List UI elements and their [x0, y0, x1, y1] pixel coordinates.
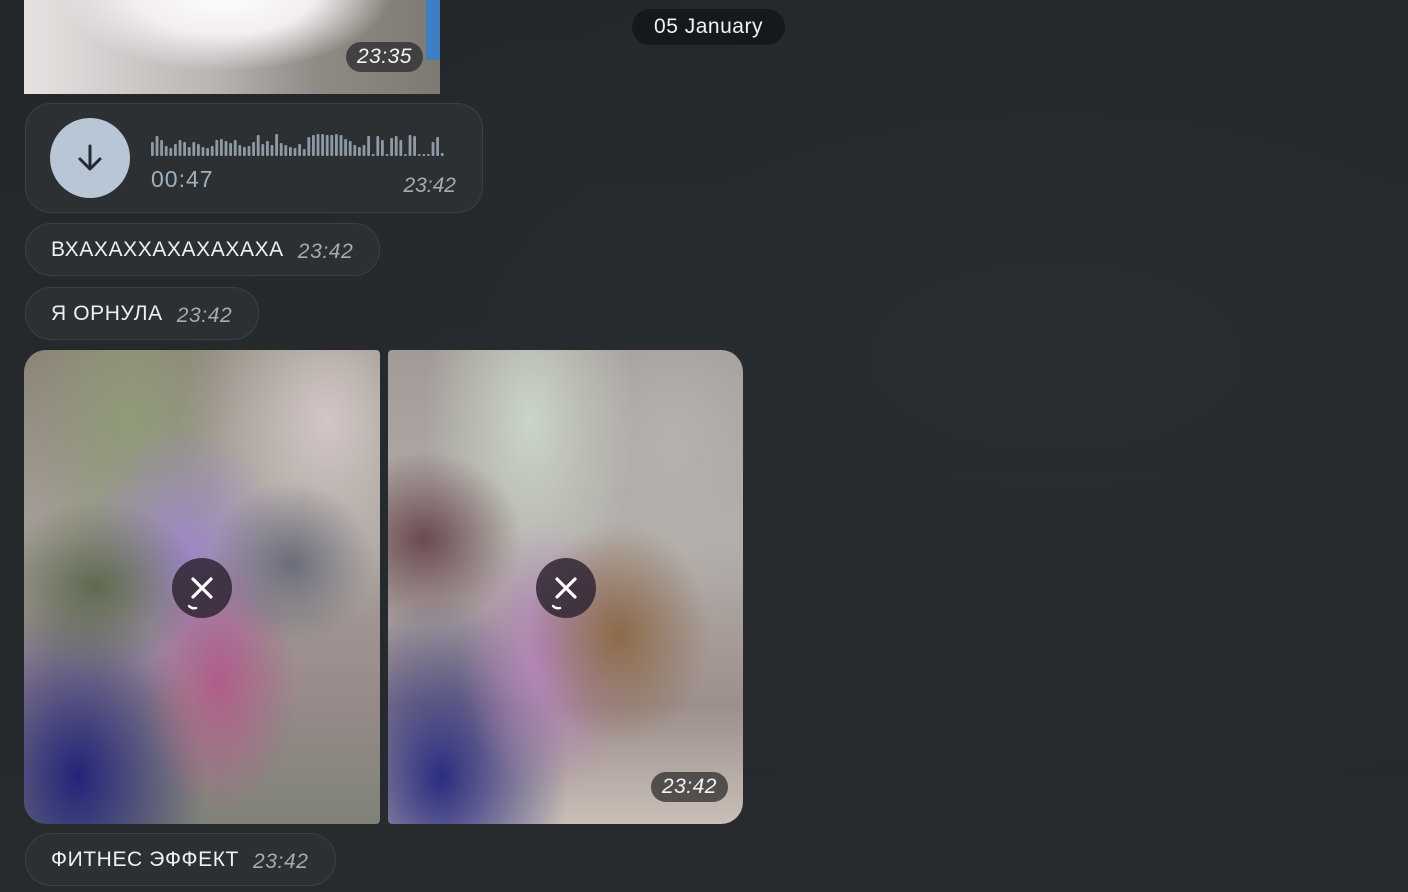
waveform-bar	[358, 147, 361, 156]
voice-waveform[interactable]	[151, 132, 451, 158]
waveform-bar	[160, 140, 163, 156]
waveform-bar	[155, 136, 159, 156]
waveform-bar	[164, 146, 168, 156]
cancel-download-button[interactable]	[172, 558, 232, 618]
media-album: 23:42	[24, 350, 743, 824]
chat-history: 23:35 05 January 00:47 23:42 ВХАХАХХАХАХ…	[0, 0, 1408, 892]
waveform-bar	[178, 140, 182, 156]
video-thumbnail[interactable]: 23:42	[388, 350, 743, 824]
text-message[interactable]: ВХАХАХХАХАХАХАХА 23:42	[25, 223, 381, 276]
waveform-bar	[183, 142, 186, 156]
waveform-bar	[197, 144, 200, 156]
waveform-bar	[238, 145, 242, 156]
waveform-bar	[201, 147, 205, 156]
waveform-bar	[330, 135, 334, 156]
waveform-bar	[413, 136, 416, 156]
text-message[interactable]: ФИТНЕС ЭФФЕКТ 23:42	[25, 833, 336, 886]
message-time: 23:42	[650, 772, 728, 802]
waveform-bar	[247, 146, 251, 156]
waveform-bar	[431, 142, 435, 156]
waveform-bar	[169, 148, 173, 156]
voice-message: 00:47 23:42	[25, 103, 483, 213]
waveform-bar	[321, 134, 324, 156]
waveform-bar	[174, 144, 177, 156]
waveform-bar	[404, 154, 407, 156]
waveform-bar	[215, 140, 219, 156]
waveform-bar	[436, 137, 439, 156]
message-text: ВХАХАХХАХАХАХАХА	[51, 237, 284, 261]
message-time: 23:42	[252, 850, 309, 873]
waveform-bar	[261, 144, 265, 156]
waveform-bar	[220, 139, 223, 156]
message-time: 23:42	[176, 304, 233, 327]
waveform-bar	[229, 143, 232, 156]
waveform-bar	[298, 144, 301, 156]
waveform-bar	[252, 142, 255, 156]
message-time: 23:35	[345, 42, 423, 72]
arrow-down-icon	[78, 144, 102, 171]
waveform-bar	[293, 148, 297, 156]
waveform-bar	[270, 145, 274, 156]
waveform-bar	[362, 145, 366, 156]
waveform-bar	[206, 148, 209, 156]
waveform-bar	[348, 141, 352, 156]
waveform-bar	[394, 136, 398, 156]
waveform-bar	[417, 154, 421, 156]
photo-message[interactable]: 23:35	[24, 0, 440, 94]
text-message[interactable]: Я ОРНУЛА 23:42	[25, 287, 260, 340]
waveform-bar	[390, 138, 393, 156]
waveform-bar	[266, 141, 269, 156]
waveform-bar	[367, 136, 370, 156]
waveform-bar	[289, 147, 292, 156]
waveform-bar	[233, 140, 237, 156]
video-thumbnail[interactable]	[24, 350, 380, 824]
cancel-download-button[interactable]	[536, 558, 596, 618]
waveform-bar	[408, 135, 412, 156]
download-button[interactable]	[50, 118, 130, 198]
waveform-bar	[284, 145, 288, 156]
waveform-bar	[353, 145, 357, 156]
message-text: ФИТНЕС ЭФФЕКТ	[51, 847, 239, 871]
waveform-bar	[422, 154, 426, 156]
waveform-bar	[440, 153, 444, 156]
waveform-bar	[210, 146, 214, 156]
waveform-bar	[151, 142, 154, 156]
date-separator: 05 January	[632, 9, 785, 45]
waveform-bar	[316, 134, 320, 156]
waveform-bar	[279, 143, 283, 156]
waveform-bar	[302, 149, 306, 156]
waveform-bar	[381, 140, 384, 156]
message-text: Я ОРНУЛА	[51, 301, 163, 325]
waveform-bar	[427, 154, 430, 156]
voice-duration: 00:47	[151, 166, 214, 192]
waveform-bar	[344, 139, 347, 156]
waveform-bar	[187, 147, 191, 156]
close-icon	[187, 577, 213, 610]
waveform-bar	[325, 135, 329, 156]
waveform-bar	[399, 140, 403, 156]
waveform-bar	[376, 136, 380, 156]
waveform-bar	[385, 154, 389, 156]
message-time: 23:42	[297, 240, 354, 263]
waveform-bar	[312, 135, 315, 156]
waveform-bar	[275, 134, 278, 156]
message-time: 23:42	[403, 174, 456, 197]
waveform-bar	[256, 135, 260, 156]
waveform-bar	[339, 135, 343, 156]
photo-edge	[426, 0, 440, 60]
waveform-bar	[307, 137, 311, 156]
close-icon	[551, 577, 577, 610]
waveform-bar	[224, 141, 228, 156]
waveform-bar	[243, 147, 246, 156]
waveform-bar	[192, 142, 196, 156]
waveform-bar	[335, 134, 338, 156]
waveform-bar	[371, 154, 375, 156]
